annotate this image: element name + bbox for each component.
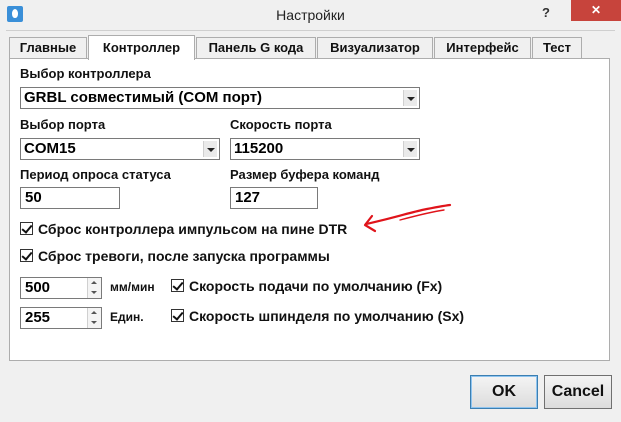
port-select-label: Выбор порта: [20, 117, 106, 132]
ok-button[interactable]: OK: [470, 375, 538, 409]
feed-rate-unit: мм/мин: [110, 280, 155, 294]
controller-select-value: GRBL совместимый (COM порт): [24, 89, 263, 106]
frame-divider: [6, 30, 615, 31]
buffer-size-input[interactable]: 127: [230, 187, 318, 209]
spindle-speed-unit: Един.: [110, 310, 144, 324]
spindle-speed-value: 255: [25, 309, 51, 326]
close-button[interactable]: ✕: [571, 0, 621, 21]
tab-gcode-panel[interactable]: Панель G кода: [196, 37, 316, 58]
tab-visualizer[interactable]: Визуализатор: [317, 37, 433, 58]
checkbox-checked-icon[interactable]: [20, 249, 33, 262]
checkbox-checked-icon[interactable]: [171, 279, 184, 292]
controller-select-label: Выбор контроллера: [20, 66, 151, 81]
tab-general[interactable]: Главные: [9, 37, 87, 58]
port-speed-select[interactable]: 115200: [230, 138, 420, 160]
poll-period-label: Период опроса статуса: [20, 167, 171, 182]
default-feed-checkbox[interactable]: Скорость подачи по умолчанию (Fx): [171, 277, 471, 295]
tab-controller[interactable]: Контроллер: [88, 35, 195, 60]
port-speed-label: Скорость порта: [230, 117, 332, 132]
default-feed-label: Скорость подачи по умолчанию (Fx): [189, 278, 443, 294]
dtr-reset-checkbox[interactable]: Сброс контроллера импульсом на пине DTR: [20, 220, 380, 238]
title-bar: Настройки ? ✕: [0, 0, 621, 30]
spindle-speed-stepper[interactable]: [87, 308, 101, 328]
checkbox-checked-icon[interactable]: [171, 309, 184, 322]
cancel-button[interactable]: Cancel: [544, 375, 612, 409]
buffer-size-label: Размер буфера команд: [230, 167, 380, 182]
feed-rate-stepper[interactable]: [87, 278, 101, 298]
dtr-reset-label: Сброс контроллера импульсом на пине DTR: [38, 221, 348, 237]
chevron-down-icon[interactable]: [403, 90, 417, 106]
alarm-reset-checkbox[interactable]: Сброс тревоги, после запуска программы: [20, 247, 380, 265]
controller-select[interactable]: GRBL совместимый (COM порт): [20, 87, 420, 109]
port-speed-value: 115200: [234, 140, 284, 157]
help-button[interactable]: ?: [533, 3, 559, 23]
default-spindle-checkbox[interactable]: Скорость шпинделя по умолчанию (Sx): [171, 307, 491, 325]
chevron-up-icon[interactable]: [88, 278, 101, 288]
port-select-value: COM15: [24, 140, 76, 157]
tab-test[interactable]: Тест: [532, 37, 582, 58]
port-select[interactable]: COM15: [20, 138, 220, 160]
alarm-reset-label: Сброс тревоги, после запуска программы: [38, 248, 330, 264]
chevron-down-icon[interactable]: [403, 141, 417, 157]
chevron-up-icon[interactable]: [88, 308, 101, 318]
checkbox-checked-icon[interactable]: [20, 222, 33, 235]
feed-rate-value: 500: [25, 279, 51, 296]
chevron-down-icon[interactable]: [88, 288, 101, 298]
chevron-down-icon[interactable]: [203, 141, 217, 157]
spindle-speed-spinbox[interactable]: 255: [20, 307, 102, 329]
window-title: Настройки: [276, 7, 345, 23]
red-arrow-annotation: [363, 203, 452, 233]
feed-rate-spinbox[interactable]: 500: [20, 277, 102, 299]
poll-period-input[interactable]: 50: [20, 187, 120, 209]
default-spindle-label: Скорость шпинделя по умолчанию (Sx): [189, 308, 465, 324]
tab-interface[interactable]: Интерфейс: [434, 37, 531, 58]
chevron-down-icon[interactable]: [88, 318, 101, 328]
